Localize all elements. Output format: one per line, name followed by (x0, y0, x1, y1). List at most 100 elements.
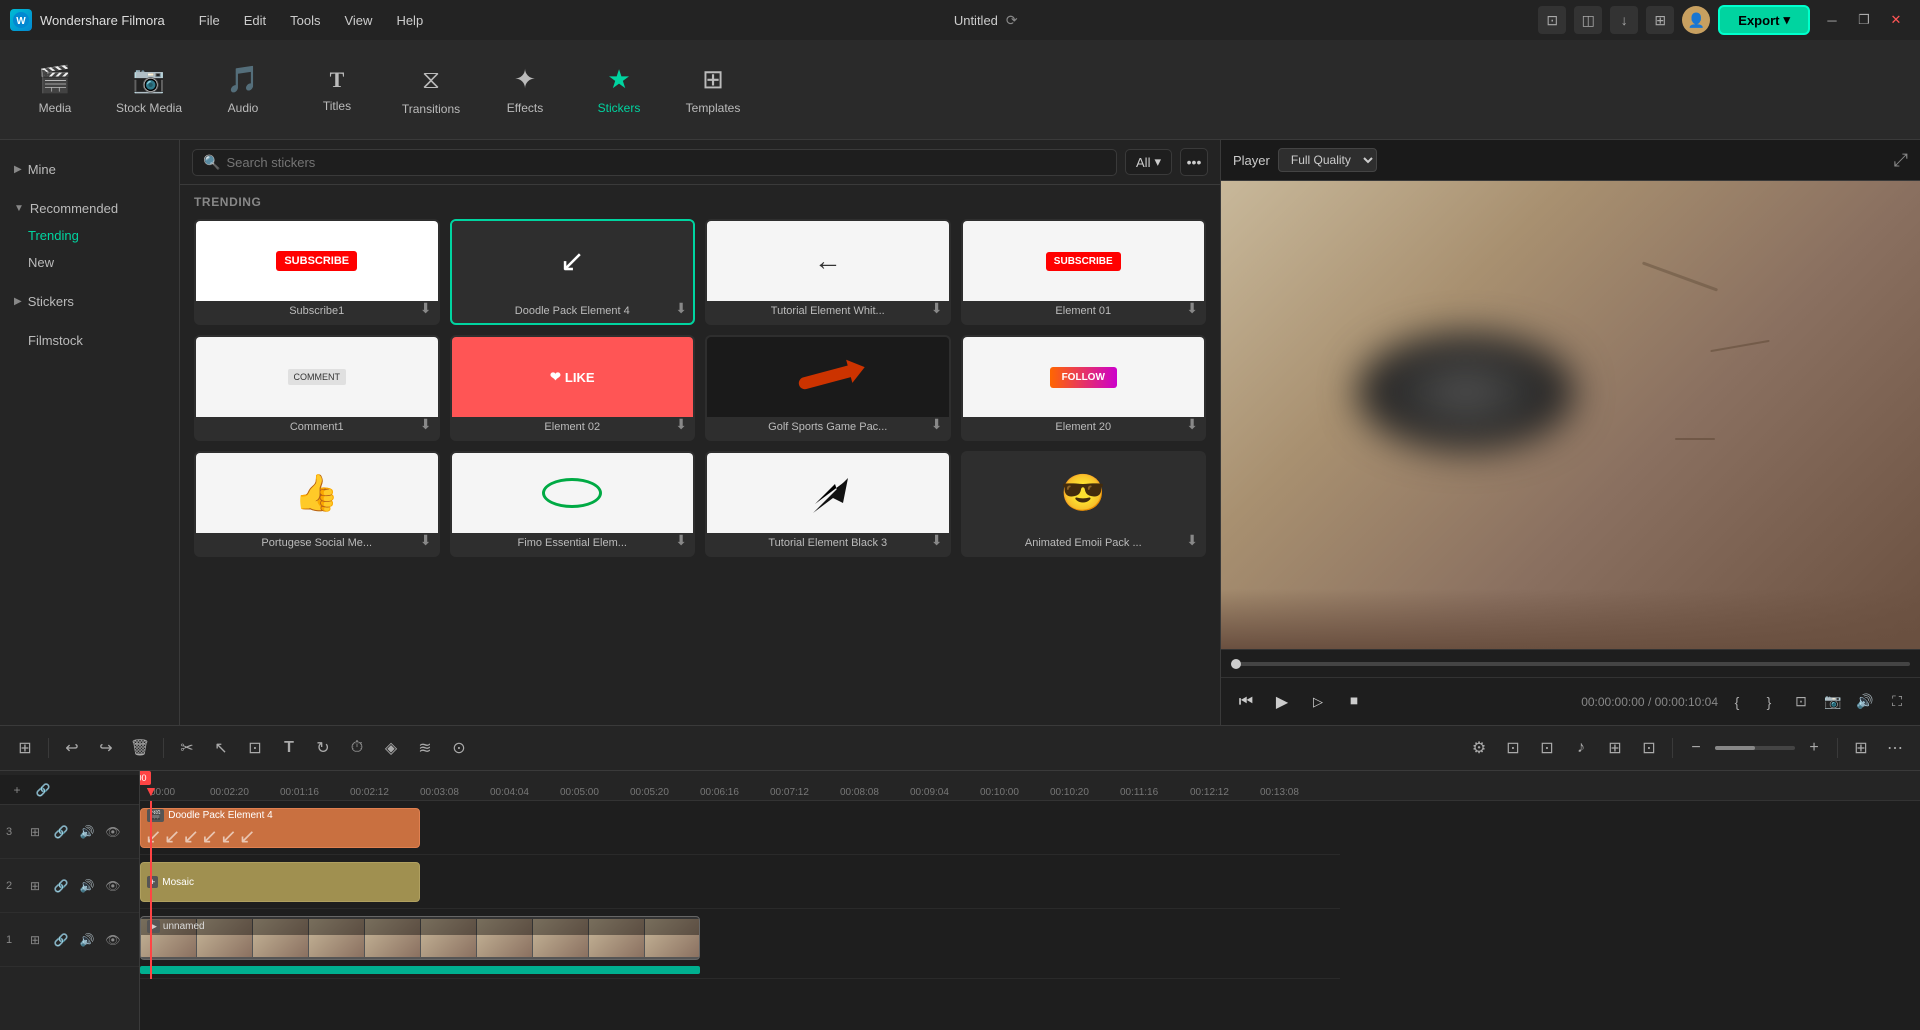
play-alt-button[interactable]: ▷ (1303, 687, 1333, 717)
split-clip-button[interactable]: ⊞ (1600, 733, 1630, 763)
download-tutorial-white[interactable]: ⬇ (931, 300, 943, 317)
layout-split-button[interactable]: ⊞ (10, 733, 40, 763)
close-button[interactable]: ✕ (1882, 6, 1910, 34)
audio-button[interactable]: 🔊 (1852, 689, 1878, 715)
minimize-button[interactable]: ─ (1818, 6, 1846, 34)
track2-eye[interactable]: 👁 (102, 875, 124, 897)
download-portuguese[interactable]: ⬇ (420, 532, 432, 549)
sidebar-item-mine[interactable]: ▶ Mine (0, 156, 179, 183)
download-fimo[interactable]: ⬇ (675, 532, 687, 549)
sticker-fimo[interactable]: ⬇ Fimo Essential Elem... (450, 451, 696, 557)
link-button[interactable]: 🔗 (32, 779, 54, 801)
download-element01[interactable]: ⬇ (1186, 300, 1198, 317)
tool-stickers[interactable]: ★ Stickers (574, 50, 664, 130)
time-slider[interactable] (1231, 662, 1910, 666)
audio-edit-button[interactable]: ≋ (410, 733, 440, 763)
fullscreen-button[interactable]: ⛶ (1884, 689, 1910, 715)
download-tutorial-black[interactable]: ⬇ (931, 532, 943, 549)
out-point-button[interactable]: } (1756, 689, 1782, 715)
step-back-button[interactable]: ⏮ (1231, 687, 1261, 717)
sticker-portuguese[interactable]: 👍 ⬇ Portugese Social Me... (194, 451, 440, 557)
undo-button[interactable]: ↩ (57, 733, 87, 763)
filter-dropdown[interactable]: All ▾ (1125, 149, 1172, 175)
zoom-out-button[interactable]: − (1681, 733, 1711, 763)
audio-track-button[interactable]: ♪ (1566, 733, 1596, 763)
layout-icon[interactable]: ⊡ (1538, 6, 1566, 34)
sticker-element02[interactable]: ❤ LIKE ⬇ Element 02 (450, 335, 696, 441)
quality-select[interactable]: Full Quality 1/2 Quality 1/4 Quality (1278, 148, 1377, 172)
track2-link[interactable]: 🔗 (50, 875, 72, 897)
sticker-element20[interactable]: FOLLOW ⬇ Element 20 (961, 335, 1207, 441)
track3-eye[interactable]: 👁 (102, 929, 124, 951)
in-point-button[interactable]: { (1724, 689, 1750, 715)
zoom-slider[interactable] (1715, 746, 1795, 750)
tool-audio[interactable]: 🎵 Audio (198, 50, 288, 130)
sticker-subscribe1[interactable]: SUBSCRIBE ⬇ Subscribe1 (194, 219, 440, 325)
color-button[interactable]: ◈ (376, 733, 406, 763)
more-tools-button[interactable]: ⊙ (444, 733, 474, 763)
timeline-main[interactable]: 00:00 00:02:20 00:01:16 00:02:12 00:03:0… (140, 771, 1920, 1030)
fit-button[interactable]: ⊡ (1788, 689, 1814, 715)
select-button[interactable]: ↖ (206, 733, 236, 763)
play-button[interactable]: ▶ (1267, 687, 1297, 717)
tool-stock-media[interactable]: 📷 Stock Media (104, 50, 194, 130)
scene-detect-button[interactable]: ⊡ (1634, 733, 1664, 763)
speed-button[interactable]: ⏱ (342, 733, 372, 763)
download-element20[interactable]: ⬇ (1186, 416, 1198, 433)
download-icon[interactable]: ↓ (1610, 6, 1638, 34)
settings-button[interactable]: ⚙ (1464, 733, 1494, 763)
snapshot-button[interactable]: 📷 (1820, 689, 1846, 715)
screen-icon[interactable]: ◫ (1574, 6, 1602, 34)
timeline-scrubber[interactable] (1221, 649, 1920, 677)
download-element02[interactable]: ⬇ (675, 416, 687, 433)
download-comment1[interactable]: ⬇ (420, 416, 432, 433)
marker-button[interactable]: ⊡ (1532, 733, 1562, 763)
menu-item-tools[interactable]: Tools (280, 9, 330, 32)
track3-audio[interactable]: 🔊 (76, 929, 98, 951)
stop-button[interactable]: ⏹ (1339, 687, 1369, 717)
clip-mosaic[interactable]: + Mosaic (140, 862, 420, 902)
track3-link[interactable]: 🔗 (50, 929, 72, 951)
track1-link[interactable]: 🔗 (50, 821, 72, 843)
tool-media[interactable]: 🎬 Media (10, 50, 100, 130)
tool-effects[interactable]: ✦ Effects (480, 50, 570, 130)
clip-video[interactable]: ▶ unnamed (140, 916, 700, 960)
expand-button[interactable]: ⋯ (1880, 733, 1910, 763)
redo-button[interactable]: ↪ (91, 733, 121, 763)
more-options-button[interactable]: ••• (1180, 148, 1208, 176)
rotate-button[interactable]: ↻ (308, 733, 338, 763)
track2-audio[interactable]: 🔊 (76, 875, 98, 897)
sticker-comment1[interactable]: COMMENT ⬇ Comment1 (194, 335, 440, 441)
sticker-element01[interactable]: SUBSCRIBE ⬇ Element 01 (961, 219, 1207, 325)
sticker-tutorial-white[interactable]: ← ⬇ Tutorial Element Whit... (705, 219, 951, 325)
sidebar-item-trending[interactable]: Trending (0, 222, 179, 249)
cut-button[interactable]: ✂ (172, 733, 202, 763)
clip-doodle[interactable]: 🎬 Doodle Pack Element 4 ↙ ↙ ↙ ↙ ↙ ↙ (140, 808, 420, 848)
download-subscribe1[interactable]: ⬇ (420, 300, 432, 317)
tool-titles[interactable]: T Titles (292, 50, 382, 130)
sticker-doodle4[interactable]: ↙ ⬇ Doodle Pack Element 4 (450, 219, 696, 325)
delete-button[interactable]: 🗑 (125, 733, 155, 763)
sync-icon[interactable]: ⟳ (1006, 12, 1018, 29)
preview-expand-icon[interactable]: ⤢ (1894, 150, 1908, 171)
menu-item-view[interactable]: View (334, 9, 382, 32)
magnet-button[interactable]: ⊡ (1498, 733, 1528, 763)
sticker-emoji[interactable]: 😎 ⬇ Animated Emoii Pack ... (961, 451, 1207, 557)
add-track-button[interactable]: + (6, 779, 28, 801)
grid-view-button[interactable]: ⊞ (1846, 733, 1876, 763)
track1-audio[interactable]: 🔊 (76, 821, 98, 843)
download-emoji[interactable]: ⬇ (1186, 532, 1198, 549)
sidebar-item-filmstock[interactable]: Filmstock (0, 327, 179, 354)
track3-add[interactable]: ⊞ (24, 929, 46, 951)
track1-eye[interactable]: 👁 (102, 821, 124, 843)
search-input[interactable] (226, 155, 1106, 170)
menu-item-file[interactable]: File (189, 9, 230, 32)
grid-icon[interactable]: ⊞ (1646, 6, 1674, 34)
text-button[interactable]: T (274, 733, 304, 763)
sidebar-item-recommended[interactable]: ▼ Recommended (0, 195, 179, 222)
tool-transitions[interactable]: ⧖ Transitions (386, 50, 476, 130)
sticker-tutorial-black[interactable]: ⬇ Tutorial Element Black 3 (705, 451, 951, 557)
tool-templates[interactable]: ⊞ Templates (668, 50, 758, 130)
crop-button[interactable]: ⊡ (240, 733, 270, 763)
sidebar-item-stickers[interactable]: ▶ Stickers (0, 288, 179, 315)
